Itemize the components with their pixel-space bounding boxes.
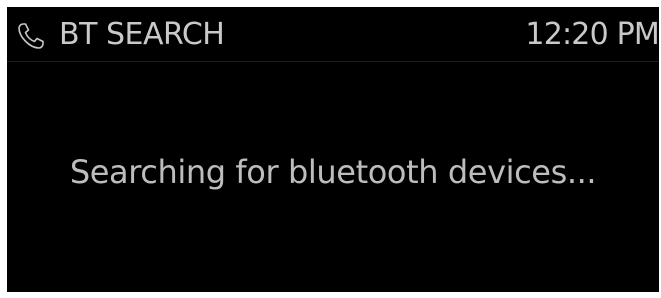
screen-title: BT SEARCH [59, 17, 225, 52]
phone-handset-icon [16, 21, 46, 51]
search-status-message: Searching for bluetooth devices... [69, 153, 597, 191]
status-header: BT SEARCH 12:20 PM [7, 7, 659, 62]
clock-time: 12:20 PM [525, 17, 659, 52]
head-unit-screen: BT SEARCH 12:20 PM Searching for bluetoo… [7, 7, 659, 292]
